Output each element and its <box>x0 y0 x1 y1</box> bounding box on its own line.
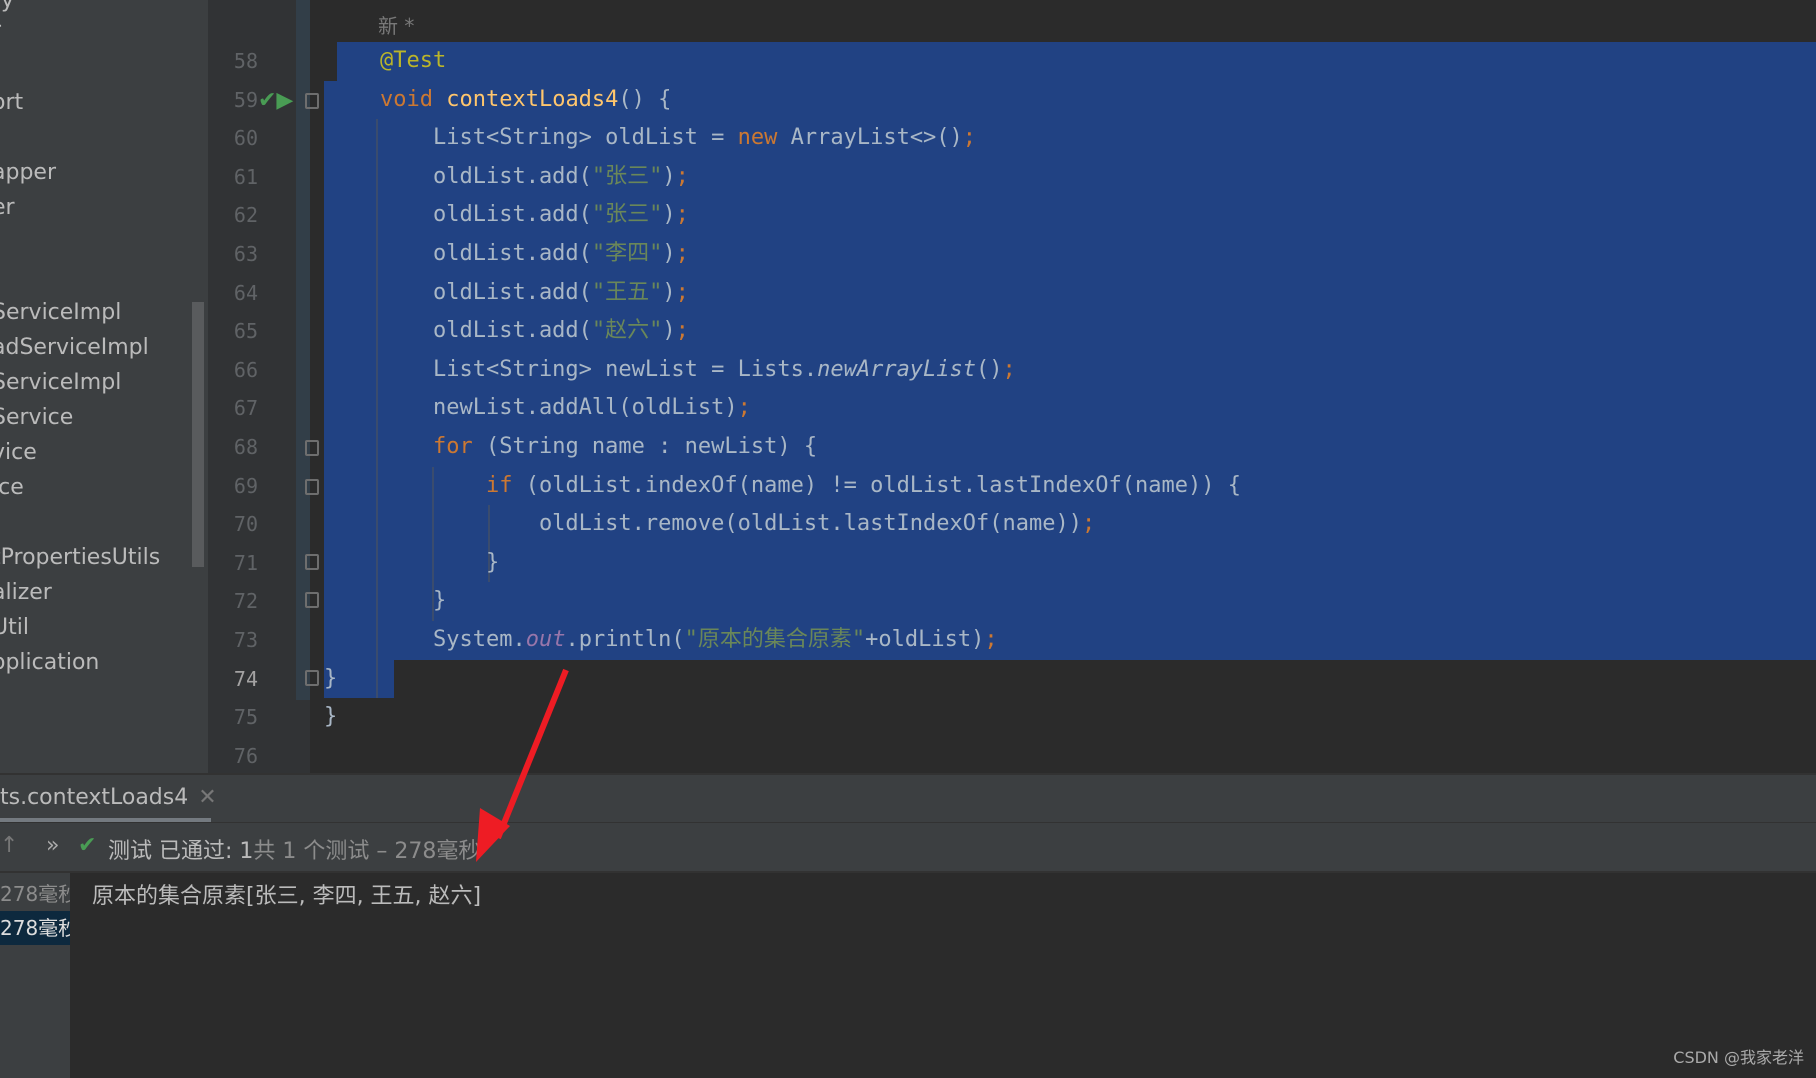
watermark: CSDN @我家老洋 <box>1673 1048 1804 1067</box>
arrow-shaft <box>495 668 569 840</box>
red-arrow-annotation <box>476 668 569 862</box>
